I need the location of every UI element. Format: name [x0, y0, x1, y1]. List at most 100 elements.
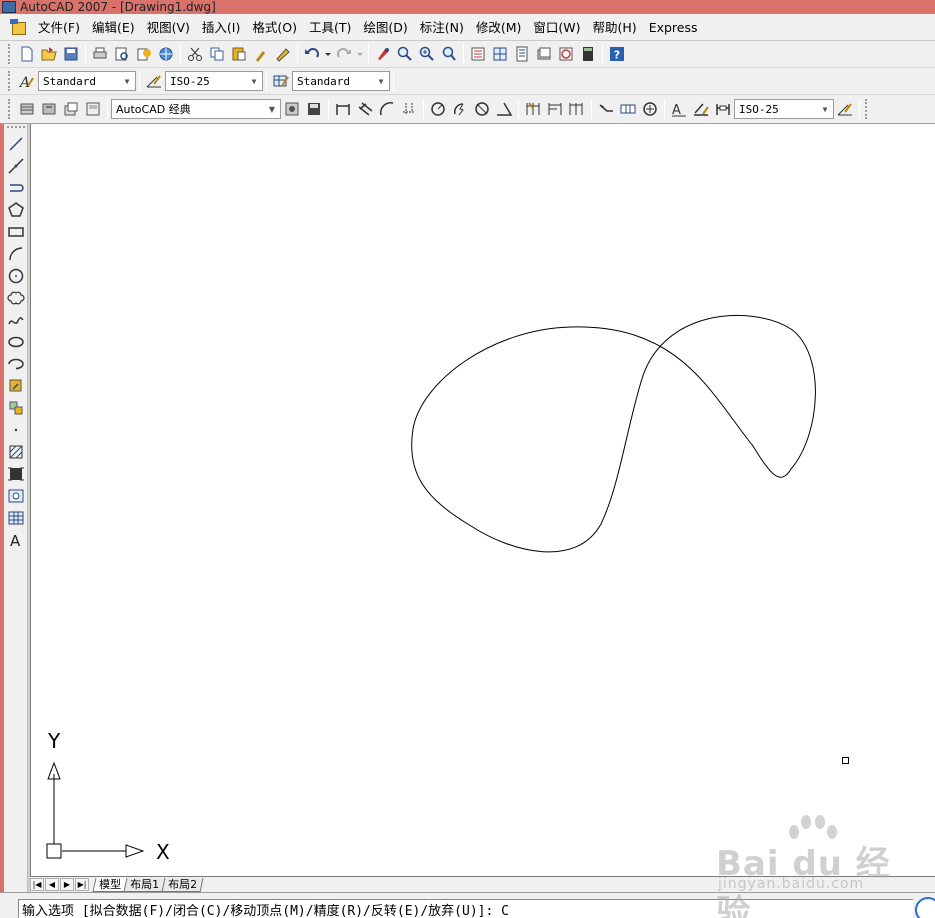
- dimension-style-control-select[interactable]: ISO-25 ▼: [734, 99, 834, 119]
- layer-manager-icon[interactable]: [16, 98, 38, 120]
- quick-dimension-icon[interactable]: [522, 98, 544, 120]
- document-menu-icon[interactable]: [10, 19, 28, 35]
- redo-icon[interactable]: [333, 43, 355, 65]
- text-style-icon[interactable]: A: [16, 70, 38, 92]
- menu-insert[interactable]: 插入(I): [196, 14, 246, 41]
- new-file-icon[interactable]: [16, 43, 38, 65]
- hatch-icon[interactable]: [5, 441, 27, 463]
- previous-tab-button[interactable]: ◀: [45, 878, 59, 891]
- menu-format[interactable]: 格式(O): [246, 14, 303, 41]
- tab-model[interactable]: 模型: [92, 877, 128, 892]
- autocad-app-icon[interactable]: [2, 1, 16, 13]
- zoom-previous-icon[interactable]: [438, 43, 460, 65]
- save-workspace-icon[interactable]: [303, 98, 325, 120]
- sheet-set-manager-icon[interactable]: [533, 43, 555, 65]
- center-mark-icon[interactable]: [639, 98, 661, 120]
- match-properties-icon[interactable]: [250, 43, 272, 65]
- toolbar-grip[interactable]: [8, 71, 13, 91]
- insert-block-icon[interactable]: [5, 375, 27, 397]
- quick-leader-icon[interactable]: [595, 98, 617, 120]
- make-block-icon[interactable]: [5, 397, 27, 419]
- baseline-dimension-icon[interactable]: [544, 98, 566, 120]
- command-line-input[interactable]: 输入选项 [拟合数据(F)/闭合(C)/移动顶点(M)/精度(R)/反转(E)/…: [18, 899, 913, 918]
- multiline-text-icon[interactable]: A: [5, 529, 27, 551]
- ellipse-arc-icon[interactable]: [5, 353, 27, 375]
- tab-layout1[interactable]: 布局1: [123, 877, 166, 892]
- dimension-style-icon[interactable]: [143, 70, 165, 92]
- cut-icon[interactable]: [184, 43, 206, 65]
- ordinate-dimension-icon[interactable]: [398, 98, 420, 120]
- print-preview-icon[interactable]: [111, 43, 133, 65]
- table-icon[interactable]: [5, 507, 27, 529]
- line-icon[interactable]: [5, 133, 27, 155]
- workspace-settings-icon[interactable]: [281, 98, 303, 120]
- polyline-icon[interactable]: [5, 177, 27, 199]
- tolerance-icon[interactable]: [617, 98, 639, 120]
- menu-draw[interactable]: 绘图(D): [357, 14, 413, 41]
- last-tab-button[interactable]: ▶|: [75, 878, 89, 891]
- continue-dimension-icon[interactable]: [566, 98, 588, 120]
- first-tab-button[interactable]: |◀: [30, 878, 44, 891]
- copy-icon[interactable]: [206, 43, 228, 65]
- polygon-icon[interactable]: [5, 199, 27, 221]
- aligned-dimension-icon[interactable]: [354, 98, 376, 120]
- markup-set-manager-icon[interactable]: [555, 43, 577, 65]
- block-editor-icon[interactable]: [272, 43, 294, 65]
- menu-express[interactable]: Express: [643, 14, 704, 41]
- toolbar-grip[interactable]: [7, 126, 25, 131]
- info-icon[interactable]: [915, 897, 935, 918]
- table-style-icon[interactable]: [270, 70, 292, 92]
- menu-window[interactable]: 窗口(W): [527, 14, 586, 41]
- linear-dimension-icon[interactable]: [332, 98, 354, 120]
- ellipse-icon[interactable]: [5, 331, 27, 353]
- spline-icon[interactable]: [5, 309, 27, 331]
- diameter-dimension-icon[interactable]: [471, 98, 493, 120]
- next-tab-button[interactable]: ▶: [60, 878, 74, 891]
- redo-dropdown-icon[interactable]: [355, 43, 365, 65]
- dimension-style-manager-icon[interactable]: [834, 98, 856, 120]
- arc-icon[interactable]: [5, 243, 27, 265]
- rectangle-icon[interactable]: [5, 221, 27, 243]
- angular-dimension-icon[interactable]: [493, 98, 515, 120]
- dimension-edit-icon[interactable]: A: [668, 98, 690, 120]
- menu-tools[interactable]: 工具(T): [303, 14, 357, 41]
- dimension-text-edit-icon[interactable]: [690, 98, 712, 120]
- tool-palettes-icon[interactable]: [511, 43, 533, 65]
- drawing-canvas[interactable]: Y X: [30, 124, 935, 876]
- jogged-dimension-icon[interactable]: [449, 98, 471, 120]
- dimension-update-icon[interactable]: [712, 98, 734, 120]
- publish-icon[interactable]: [133, 43, 155, 65]
- point-icon[interactable]: [5, 419, 27, 441]
- layer-states-icon[interactable]: [60, 98, 82, 120]
- menu-view[interactable]: 视图(V): [141, 14, 196, 41]
- open-file-icon[interactable]: [38, 43, 60, 65]
- radius-dimension-icon[interactable]: [427, 98, 449, 120]
- undo-icon[interactable]: [301, 43, 323, 65]
- text-style-select[interactable]: Standard ▼: [38, 71, 136, 91]
- tab-layout2[interactable]: 布局2: [161, 877, 204, 892]
- toolbar-grip[interactable]: [8, 99, 13, 119]
- zoom-window-icon[interactable]: [416, 43, 438, 65]
- design-center-icon[interactable]: [489, 43, 511, 65]
- etransmit-icon[interactable]: [155, 43, 177, 65]
- zoom-realtime-icon[interactable]: [394, 43, 416, 65]
- region-icon[interactable]: [5, 485, 27, 507]
- arc-length-dimension-icon[interactable]: [376, 98, 398, 120]
- save-icon[interactable]: [60, 43, 82, 65]
- quickcalc-icon[interactable]: [577, 43, 599, 65]
- revision-cloud-icon[interactable]: [5, 287, 27, 309]
- pan-icon[interactable]: [372, 43, 394, 65]
- menu-help[interactable]: 帮助(H): [587, 14, 643, 41]
- paste-icon[interactable]: [228, 43, 250, 65]
- layer-copy-icon[interactable]: [82, 98, 104, 120]
- undo-dropdown-icon[interactable]: [323, 43, 333, 65]
- menu-modify[interactable]: 修改(M): [470, 14, 528, 41]
- construction-line-icon[interactable]: [5, 155, 27, 177]
- closed-spline-curve[interactable]: [411, 314, 816, 553]
- help-icon[interactable]: ?: [606, 43, 628, 65]
- title-bar[interactable]: AutoCAD 2007 - [Drawing1.dwg]: [0, 0, 935, 14]
- workspace-select[interactable]: AutoCAD 经典 ▼: [111, 99, 281, 119]
- toolbar-grip[interactable]: [865, 99, 870, 119]
- properties-icon[interactable]: [467, 43, 489, 65]
- menu-edit[interactable]: 编辑(E): [86, 14, 141, 41]
